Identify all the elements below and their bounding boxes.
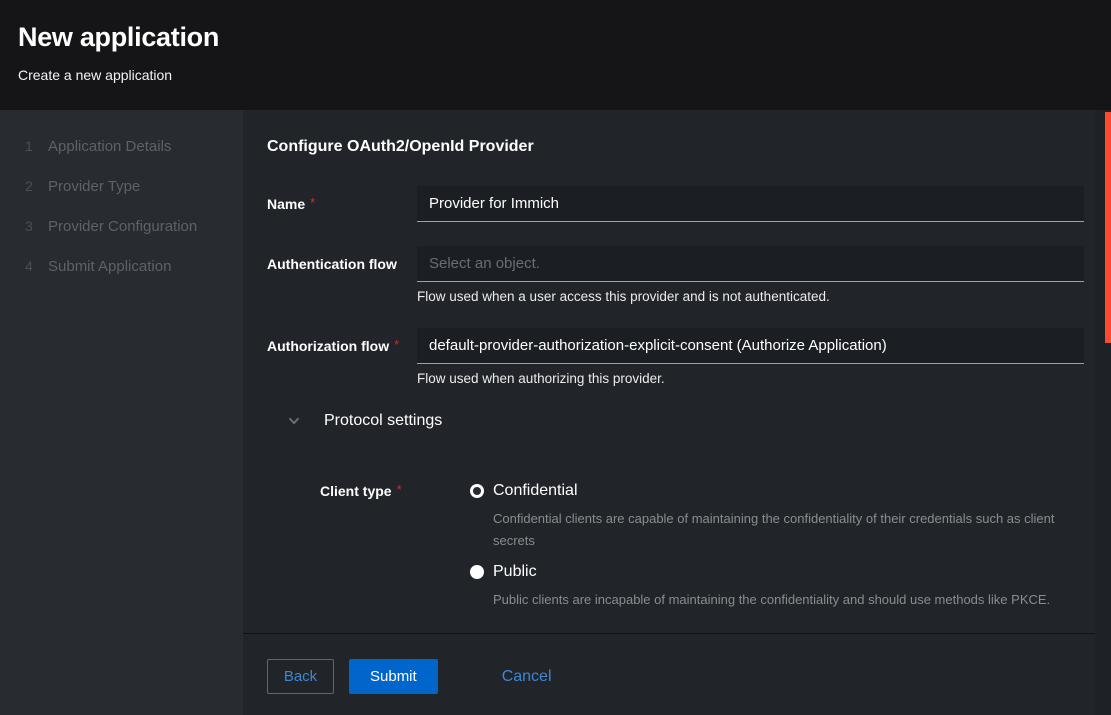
radio-option-public: Public Public clients are incapable of m… xyxy=(470,563,1084,611)
required-asterisk: * xyxy=(310,195,315,210)
name-input[interactable] xyxy=(417,186,1084,222)
page-subtitle: Create a new application xyxy=(18,67,1087,83)
step-number: 4 xyxy=(25,258,48,274)
form-row-authorization-flow: Authorization flow* Flow used when autho… xyxy=(267,328,1084,386)
step-number: 2 xyxy=(25,178,48,194)
name-label: Name* xyxy=(267,186,417,222)
scrollbar-track[interactable] xyxy=(1095,110,1111,715)
required-asterisk: * xyxy=(397,482,402,497)
authentication-flow-input[interactable] xyxy=(417,246,1084,282)
step-number: 1 xyxy=(25,138,48,154)
step-label: Provider Type xyxy=(48,178,140,195)
page-title: New application xyxy=(18,22,1087,53)
form-heading: Configure OAuth2/OpenId Provider xyxy=(267,138,1084,156)
client-type-label: Client type* xyxy=(320,482,470,622)
chevron-down-icon xyxy=(287,414,301,428)
scrollbar-thumb[interactable] xyxy=(1105,112,1111,343)
wizard-step-provider-type[interactable]: 2 Provider Type xyxy=(0,166,243,206)
authorization-flow-input[interactable] xyxy=(417,328,1084,364)
wizard-footer: Back Submit Cancel xyxy=(243,633,1095,715)
radio-confidential-description: Confidential clients are capable of main… xyxy=(493,508,1071,552)
cancel-button[interactable]: Cancel xyxy=(502,659,552,694)
step-number: 3 xyxy=(25,218,48,234)
wizard-body: 1 Application Details 2 Provider Type 3 … xyxy=(0,110,1111,715)
radio-confidential[interactable] xyxy=(470,484,484,498)
step-label: Application Details xyxy=(48,138,171,155)
required-asterisk: * xyxy=(394,337,399,352)
wizard-step-submit-application[interactable]: 4 Submit Application xyxy=(0,246,243,286)
back-button[interactable]: Back xyxy=(267,659,334,694)
step-label: Provider Configuration xyxy=(48,218,197,235)
form-row-authentication-flow: Authentication flow Flow used when a use… xyxy=(267,246,1084,304)
protocol-settings-section: Client type* Confidential Confidential c… xyxy=(320,482,1084,622)
form-row-client-type: Client type* Confidential Confidential c… xyxy=(320,482,1084,622)
radio-public[interactable] xyxy=(470,565,484,579)
radio-public-label[interactable]: Public xyxy=(493,563,537,581)
new-application-wizard: New application Create a new application… xyxy=(0,0,1111,715)
wizard-step-provider-configuration[interactable]: 3 Provider Configuration xyxy=(0,206,243,246)
authentication-flow-label: Authentication flow xyxy=(267,246,417,304)
wizard-content: Configure OAuth2/OpenId Provider Name* A… xyxy=(243,110,1095,633)
authorization-flow-label: Authorization flow* xyxy=(267,328,417,386)
authentication-flow-help: Flow used when a user access this provid… xyxy=(417,289,1084,304)
protocol-settings-title: Protocol settings xyxy=(324,412,442,430)
radio-public-description: Public clients are incapable of maintain… xyxy=(493,589,1071,611)
wizard-main-panel: Configure OAuth2/OpenId Provider Name* A… xyxy=(243,110,1095,715)
step-label: Submit Application xyxy=(48,258,171,275)
wizard-step-nav: 1 Application Details 2 Provider Type 3 … xyxy=(0,110,243,715)
protocol-settings-toggle[interactable]: Protocol settings xyxy=(267,412,1084,430)
client-type-radio-group: Confidential Confidential clients are ca… xyxy=(470,482,1084,622)
authorization-flow-help: Flow used when authorizing this provider… xyxy=(417,371,1084,386)
radio-option-confidential: Confidential Confidential clients are ca… xyxy=(470,482,1084,552)
wizard-step-application-details[interactable]: 1 Application Details xyxy=(0,126,243,166)
submit-button[interactable]: Submit xyxy=(349,659,438,694)
wizard-header: New application Create a new application xyxy=(0,0,1111,110)
radio-confidential-label[interactable]: Confidential xyxy=(493,482,578,500)
form-row-name: Name* xyxy=(267,186,1084,222)
